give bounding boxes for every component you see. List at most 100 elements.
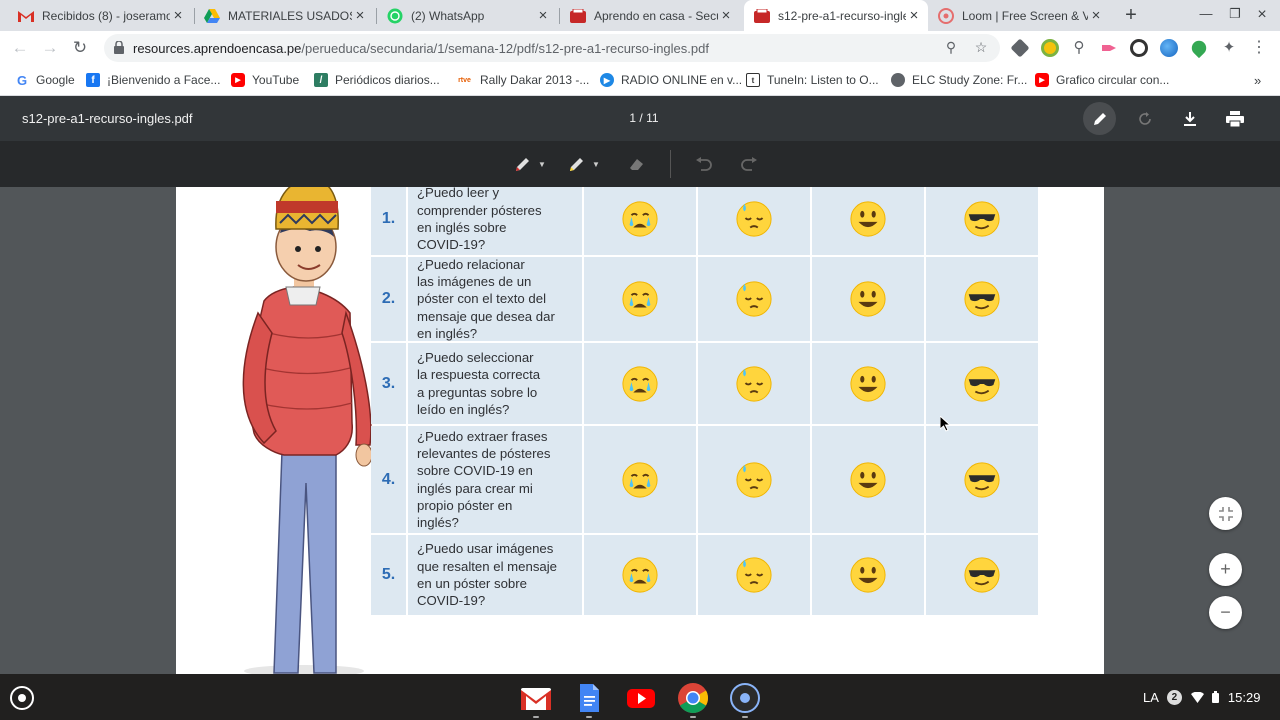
kebab-menu-icon[interactable]: ⋮: [1250, 39, 1268, 57]
bookmark-grafico[interactable]: ▶ Grafico circular con...: [1035, 71, 1169, 89]
zoom-in-button[interactable]: +: [1209, 553, 1242, 586]
chrome-app-icon[interactable]: [677, 682, 709, 714]
bookmark-google[interactable]: G Google: [15, 71, 75, 89]
rating-cell: [584, 426, 696, 533]
bookmark-elc[interactable]: ELC Study Zone: Fr...: [891, 71, 1027, 89]
question-line: en un póster sobre: [417, 576, 527, 591]
tab-pdf-active[interactable]: s12-pre-a1-recurso-ingle ×: [744, 0, 928, 31]
back-icon[interactable]: ←: [8, 36, 32, 60]
rating-cell: [812, 535, 924, 615]
loom-extension-icon[interactable]: [1130, 39, 1148, 57]
question-line: ¿Puedo leer y: [417, 187, 500, 201]
extension-icon[interactable]: [1041, 39, 1059, 57]
url-text: resources.aprendoencasa.pe/perueduca/sec…: [133, 41, 709, 56]
bookmarks-overflow-icon[interactable]: »: [1254, 71, 1261, 89]
close-icon[interactable]: ×: [535, 7, 551, 24]
whatsapp-icon: [387, 8, 403, 24]
tab-strip: Recibidos (8) - joseramo × MATERIALES US…: [0, 0, 1280, 31]
url-path: /perueduca/secundaria/1/semana-12/pdf/s1…: [301, 41, 709, 56]
eraser-tool[interactable]: [627, 153, 645, 175]
pdf-page: 1. ¿Puedo leer y comprender pósteres en ing…: [176, 187, 1104, 674]
bookmark-label: Grafico circular con...: [1056, 73, 1170, 87]
question-line: a preguntas sobre lo: [417, 384, 538, 400]
download-button[interactable]: [1173, 102, 1206, 135]
newspaper-icon: /: [314, 73, 328, 87]
tab-loom[interactable]: Loom | Free Screen & Vi ×: [928, 0, 1110, 31]
aprendo-icon: [570, 8, 586, 24]
screencast-extension-icon[interactable]: [1100, 39, 1118, 57]
new-tab-button[interactable]: +: [1120, 4, 1142, 26]
bookmark-label: ELC Study Zone: Fr...: [912, 73, 1028, 87]
bookmark-youtube[interactable]: ▶ YouTube: [231, 71, 299, 89]
highlighter-tool[interactable]: ▼: [568, 153, 600, 175]
tab-aprendo[interactable]: Aprendo en casa - Secun ×: [560, 0, 740, 31]
tab-gmail[interactable]: Recibidos (8) - joseramo ×: [8, 0, 192, 31]
url-host: resources.aprendoencasa.pe: [133, 41, 302, 56]
eraser-extension-icon[interactable]: [1010, 38, 1030, 58]
launcher-button[interactable]: [10, 686, 34, 710]
screen-recorder-icon[interactable]: [729, 682, 761, 714]
puzzle-icon[interactable]: ✦: [1220, 39, 1238, 57]
print-button[interactable]: [1218, 102, 1251, 135]
fit-to-page-button[interactable]: [1209, 497, 1242, 530]
bookmark-label: ¡Bienvenido a Face...: [107, 73, 221, 87]
tab-label: s12-pre-a1-recurso-ingle: [778, 8, 906, 23]
map-pin-extension-icon[interactable]: [1188, 37, 1210, 59]
rating-cell: [584, 187, 696, 255]
question-line: propio póster en: [417, 497, 513, 513]
table-row: 5. ¿Puedo usar imágenes que resalten el me…: [371, 535, 1038, 615]
system-tray[interactable]: LA 2 15:29: [1135, 684, 1275, 710]
bookmark-tunein[interactable]: t TuneIn: Listen to O...: [746, 71, 879, 89]
tab-whatsapp[interactable]: (2) WhatsApp ×: [377, 0, 557, 31]
close-icon[interactable]: ×: [1088, 7, 1104, 24]
bookmark-label: Rally Dakar 2013 -...: [480, 73, 590, 87]
pen-icon: [516, 158, 529, 171]
zoom-out-button[interactable]: −: [1209, 596, 1242, 629]
zoom-icon[interactable]: ⚲: [942, 39, 960, 57]
page-indicator[interactable]: 1 / 11: [620, 111, 668, 125]
undo-button[interactable]: [695, 153, 713, 175]
reload-icon[interactable]: ↻: [68, 36, 92, 60]
window-close-icon[interactable]: ×: [1252, 6, 1272, 26]
minimize-icon[interactable]: —: [1196, 6, 1216, 26]
question-line: ¿Puedo usar imágenes: [417, 541, 554, 557]
drive-icon: [204, 8, 220, 24]
close-icon[interactable]: ×: [906, 7, 922, 24]
rating-cell: [812, 343, 924, 424]
row-number: 2.: [371, 257, 406, 341]
table-row: 3. ¿Puedo seleccionar la respuesta correct…: [371, 343, 1038, 424]
close-icon[interactable]: ×: [718, 7, 734, 24]
pdf-viewer[interactable]: 1. ¿Puedo leer y comprender pósteres en ing…: [0, 187, 1280, 674]
sunglasses-face-icon: [964, 201, 1000, 237]
rating-cell: [926, 426, 1038, 533]
bookmark-radio[interactable]: ▶ RADIO ONLINE en v...: [600, 71, 742, 89]
toolbar-divider: [670, 150, 671, 178]
rotate-button[interactable]: [1128, 102, 1161, 135]
address-bar[interactable]: resources.aprendoencasa.pe/perueduca/sec…: [104, 34, 1000, 62]
restore-icon[interactable]: ❐: [1225, 6, 1245, 26]
tab-label: Aprendo en casa - Secun: [594, 8, 718, 23]
pen-tool[interactable]: ▼: [514, 153, 546, 175]
tab-drive[interactable]: MATERIALES USADOS - ×: [194, 0, 374, 31]
battery-icon: [1211, 691, 1219, 703]
rating-cell: [926, 257, 1038, 341]
youtube-app-icon[interactable]: [625, 682, 657, 714]
blue-extension-icon[interactable]: [1160, 39, 1178, 57]
close-icon[interactable]: ×: [170, 7, 186, 24]
forward-icon[interactable]: →: [38, 36, 62, 60]
close-icon[interactable]: ×: [352, 7, 368, 24]
gmail-app-icon[interactable]: [520, 682, 552, 714]
sweat-face-icon: [736, 281, 772, 317]
bookmark-star-icon[interactable]: ☆: [972, 39, 990, 57]
redo-button[interactable]: [740, 153, 758, 175]
docs-app-icon[interactable]: [573, 682, 605, 714]
annotate-pen-button[interactable]: [1083, 102, 1116, 135]
bookmark-facebook[interactable]: f ¡Bienvenido a Face...: [86, 71, 220, 89]
sweat-face-icon: [736, 365, 772, 402]
search-extension-icon[interactable]: ⚲: [1070, 39, 1088, 57]
question-line: relevantes de pósteres: [417, 445, 551, 461]
question-line: ¿Puedo seleccionar: [417, 349, 534, 365]
bookmark-rally[interactable]: rtve Rally Dakar 2013 -...: [456, 71, 589, 89]
question-line: inglés para crear mi: [417, 480, 533, 496]
bookmark-periodicos[interactable]: / Periódicos diarios...: [314, 71, 440, 89]
